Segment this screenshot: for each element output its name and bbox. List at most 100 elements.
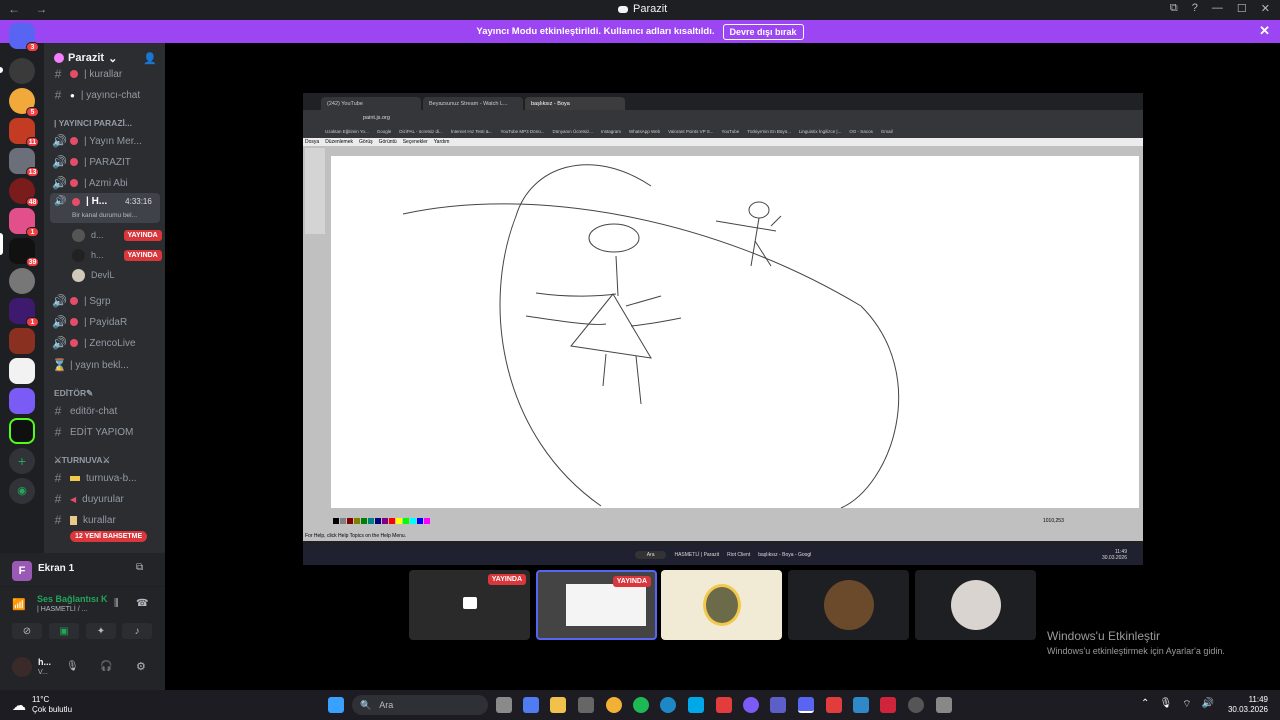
server-icon[interactable] <box>9 388 35 414</box>
window-controls: ⧉ ? — ☐ ✕ <box>1170 2 1270 15</box>
channel-item[interactable]: # editör-chat <box>52 402 118 420</box>
file-explorer-icon[interactable] <box>550 697 566 713</box>
spotify-icon[interactable] <box>633 697 649 713</box>
server-icon-parazit[interactable]: 39 <box>9 238 39 267</box>
network-app-icon[interactable] <box>853 697 869 713</box>
voice-channel[interactable]: 🔊 | ZencoLive <box>52 334 136 352</box>
weather-widget[interactable]: ☁ 11°C Çok bulutlu <box>12 695 72 715</box>
channel-label: | ZencoLive <box>84 337 136 349</box>
add-server-icon[interactable]: + <box>9 448 35 474</box>
category-editor[interactable]: EDİTÖR✎ <box>54 388 93 399</box>
server-icon-kick[interactable] <box>9 418 35 444</box>
channel-item[interactable]: # ◀ duyurular <box>52 490 124 508</box>
task-view-icon[interactable] <box>496 697 512 713</box>
voice-channel[interactable]: 🔊 | PARAZIT <box>52 153 131 171</box>
valorant-icon[interactable] <box>880 697 896 713</box>
activities-button[interactable]: ✦ <box>86 623 116 639</box>
taskbar-clock[interactable]: 11:49 30.03.2026 <box>1228 695 1268 715</box>
server-icon[interactable]: 5 <box>9 88 39 117</box>
channel-item[interactable]: # | kurallar <box>52 65 123 83</box>
voice-channel-path[interactable]: | HASMETLİ / ... <box>37 606 87 613</box>
server-icon[interactable] <box>9 268 35 294</box>
channel-status[interactable]: Bir kanal durumu bel... <box>72 212 137 219</box>
settings-icon[interactable] <box>936 697 952 713</box>
server-icon[interactable]: 11 <box>9 118 39 147</box>
wifi-icon[interactable]: ⌔ <box>1182 698 1191 711</box>
stop-stream-icon[interactable]: ⧉ <box>136 562 143 573</box>
channel-item[interactable]: # turnuva-b... <box>52 469 137 487</box>
noise-suppression-icon[interactable]: ⫼ <box>114 598 119 609</box>
channel-item[interactable]: # EDİT YAPIOM <box>52 423 134 441</box>
disable-streamer-mode-button[interactable]: Devre dışı bırak <box>722 23 804 40</box>
direct-messages-button[interactable]: 3 <box>9 23 39 52</box>
user-avatar[interactable] <box>12 657 32 677</box>
soundboard-button[interactable]: ♪ <box>122 623 152 639</box>
server-icon[interactable] <box>9 58 35 84</box>
skype-icon[interactable] <box>688 697 704 713</box>
participant-tile[interactable] <box>915 570 1036 640</box>
microphone-icon[interactable]: 🎙 <box>1159 698 1172 711</box>
discord-icon[interactable] <box>798 697 814 713</box>
steam-icon[interactable] <box>908 697 924 713</box>
shared-screen[interactable]: (242) YouTube Beyazsunuz Stream - Watch … <box>303 93 1143 565</box>
chrome-icon[interactable] <box>606 697 622 713</box>
store-icon[interactable] <box>578 697 594 713</box>
inbox-icon[interactable]: ⧉ <box>1170 2 1178 15</box>
unread-badge: 39 <box>26 257 39 267</box>
microphone-icon[interactable]: 🎙 <box>66 661 79 672</box>
voice-connected-label[interactable]: Ses Bağlantısı K <box>37 594 108 604</box>
server-icon[interactable]: 48 <box>9 178 39 207</box>
invite-icon[interactable]: 👤 <box>143 52 157 65</box>
participant-tile[interactable] <box>661 570 782 640</box>
edge-icon[interactable] <box>660 697 676 713</box>
voice-channel[interactable]: 🔊 | Azmi Abi <box>52 174 128 192</box>
channel-item[interactable]: # kurallar <box>52 511 116 529</box>
voice-member[interactable]: h... YAYINDA <box>72 246 162 264</box>
voice-channel[interactable]: 🔊 | Yayın Mer... <box>52 132 142 150</box>
voice-channel[interactable]: 🔊 | Sgrp <box>52 292 111 310</box>
riot-client-icon[interactable] <box>826 697 842 713</box>
settings-gear-icon[interactable]: ⚙ <box>136 660 146 673</box>
voice-member[interactable]: d... YAYINDA <box>72 226 162 244</box>
server-icon[interactable] <box>9 328 35 354</box>
disconnect-icon[interactable]: ☎ <box>136 598 148 609</box>
twitch-icon[interactable] <box>743 697 759 713</box>
voice-channel[interactable]: 🔊 | PayidaR <box>52 313 127 331</box>
browser-tab: Beyazsunuz Stream - Watch L... <box>423 97 523 110</box>
server-icon[interactable]: 1 <box>9 208 39 237</box>
category-turnuva[interactable]: ⚔TURNUVA⚔ <box>54 455 110 466</box>
start-icon[interactable] <box>328 697 344 713</box>
voice-channel-icon: 🔊 <box>52 155 67 169</box>
riot-icon[interactable] <box>716 697 732 713</box>
minimize-button[interactable]: — <box>1212 2 1223 15</box>
stream-thumbnail-active[interactable]: YAYINDA <box>536 570 657 640</box>
new-mentions-pill[interactable]: 12 YENİ BAHSETME <box>70 531 148 542</box>
user-status: V... <box>38 669 48 676</box>
screen-share-button[interactable]: ▣ <box>49 623 79 639</box>
active-voice-channel[interactable]: 🔊 | H... 4:33:16 Bir kanal durumu bel... <box>50 193 160 223</box>
volume-icon[interactable]: 🔊 <box>1202 698 1214 711</box>
explore-icon[interactable]: ◉ <box>9 478 35 504</box>
help-icon[interactable]: ? <box>1192 2 1198 15</box>
category-yayinci[interactable]: | YAYINCI PARAZİ... <box>54 118 132 128</box>
headphones-icon[interactable]: 🎧 <box>100 661 112 672</box>
voice-channel[interactable]: ⌛ | yayın bekl... <box>52 356 129 374</box>
channel-item[interactable]: # ● | yayıncı-chat <box>52 86 140 104</box>
maximize-button[interactable]: ☐ <box>1237 2 1247 15</box>
server-icon[interactable] <box>9 358 35 384</box>
copilot-icon[interactable] <box>523 697 539 713</box>
teams-icon[interactable] <box>770 697 786 713</box>
taskbar-search[interactable]: 🔍 Ara <box>352 695 488 715</box>
close-notice-icon[interactable]: ✕ <box>1259 23 1270 39</box>
server-icon[interactable]: 1 <box>9 298 39 327</box>
stream-thumbnail[interactable]: YAYINDA <box>409 570 530 640</box>
chevron-up-icon[interactable]: ⌃ <box>1141 698 1149 711</box>
camera-off-button[interactable]: ⊘ <box>12 623 42 639</box>
voice-member[interactable]: DevİL <box>72 266 115 284</box>
close-button[interactable]: ✕ <box>1261 2 1270 15</box>
back-forward-icons[interactable]: ← → <box>8 2 53 16</box>
participant-tile[interactable] <box>788 570 909 640</box>
user-name[interactable]: h... <box>38 657 51 667</box>
server-icon[interactable]: 13 <box>9 148 39 177</box>
color-swatches <box>333 518 430 524</box>
